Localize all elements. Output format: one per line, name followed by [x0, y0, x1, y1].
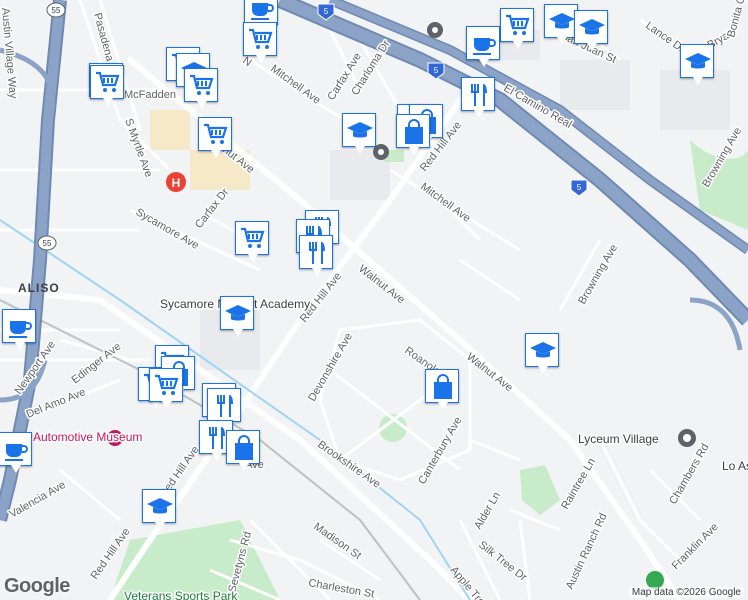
cutlery-icon	[471, 84, 487, 106]
cart-icon	[190, 74, 214, 95]
graduation-cap-icon	[685, 53, 711, 69]
svg-text:H: H	[172, 176, 181, 190]
google-logo: Google	[4, 575, 70, 597]
poi-pin[interactable]	[425, 369, 459, 410]
graduation-cap-icon	[147, 498, 173, 514]
street-label: Carfax Dr	[193, 186, 232, 231]
svg-text:5: 5	[324, 7, 329, 16]
poi-pin[interactable]	[544, 4, 578, 45]
street-label: Canterbury Ave	[416, 415, 464, 486]
poi-pin[interactable]	[466, 26, 500, 67]
hospital-icon: H	[166, 172, 186, 192]
street-label: Silk Tree Dr	[476, 539, 529, 584]
poi-pin[interactable]	[0, 432, 32, 473]
poi-pin[interactable]	[299, 235, 333, 276]
street-label: Walnut Ave	[464, 351, 515, 394]
cart-icon	[249, 28, 273, 49]
poi-pin[interactable]	[500, 8, 534, 49]
svg-text:5: 5	[577, 183, 582, 192]
poi-pin[interactable]	[90, 65, 124, 106]
place-label: McFadden	[124, 89, 176, 101]
graduation-cap-icon	[579, 19, 605, 35]
cart-icon	[155, 374, 179, 395]
bag-icon	[235, 435, 253, 460]
landmark-icon	[678, 429, 696, 447]
route-55-shield: 55	[46, 2, 66, 18]
svg-text:55: 55	[52, 6, 61, 15]
place-label: Lyceum Village	[578, 432, 659, 446]
street-label: Franklin Ave	[670, 521, 721, 572]
poi-pin[interactable]	[2, 309, 36, 350]
city-label: ALISO	[18, 281, 60, 295]
street-label: Bonita Canyon	[725, 0, 748, 39]
cutlery-icon	[217, 395, 233, 417]
poi-pin[interactable]	[184, 68, 218, 109]
cart-icon	[204, 123, 228, 144]
street-label: Austin Ranch Rd	[564, 511, 610, 591]
street-label: N	[240, 55, 254, 69]
street-label: Devonshire Ave	[306, 331, 355, 404]
map-canvas[interactable]: 5 5 5 55 55 H Walnut Ave Walnut Ave Red …	[0, 0, 748, 600]
svg-text:5: 5	[434, 66, 439, 75]
street-label: Raintree Ln	[559, 456, 598, 511]
poi-pin[interactable]	[226, 430, 260, 471]
poi-pin[interactable]	[525, 333, 559, 374]
place-label: Automotive Museum	[33, 430, 142, 444]
svg-text:55: 55	[43, 239, 52, 248]
cup-icon	[251, 3, 274, 20]
bag-icon	[434, 374, 452, 399]
street-label: Mitchell Ave	[268, 63, 322, 107]
landmark-icon	[427, 22, 443, 38]
graduation-cap-icon	[549, 13, 575, 29]
place-label: Veterans Sports Park	[124, 589, 238, 600]
place-label: Lo Asyl	[722, 459, 748, 473]
poi-pin[interactable]	[235, 221, 269, 262]
poi-pin[interactable]	[396, 114, 430, 155]
cart-icon	[96, 71, 120, 92]
route-55-shield: 55	[37, 235, 57, 251]
graduation-cap-icon	[347, 122, 373, 138]
cup-icon	[473, 38, 496, 55]
interstate-5-shield: 5	[570, 179, 588, 197]
cart-icon	[506, 14, 530, 35]
poi-pin[interactable]	[243, 22, 277, 63]
cutlery-icon	[309, 242, 325, 264]
poi-pin[interactable]	[198, 117, 232, 158]
street-label: Alder Ln	[472, 490, 503, 531]
street-label: Mitchell Ave	[418, 181, 472, 225]
poi-pin[interactable]	[574, 10, 608, 51]
poi-pin[interactable]	[149, 368, 183, 409]
poi-pin[interactable]	[142, 489, 176, 530]
poi-pin[interactable]	[220, 296, 254, 337]
poi-pin[interactable]	[207, 388, 241, 429]
graduation-cap-icon	[225, 305, 251, 321]
street-label: Browning Ave	[576, 242, 620, 306]
poi-pin[interactable]	[342, 113, 376, 154]
cup-icon	[9, 321, 32, 338]
poi-pin[interactable]	[461, 77, 495, 118]
street-label: Valencia Ave	[8, 479, 68, 521]
cup-icon	[5, 444, 28, 461]
bag-icon	[405, 119, 423, 144]
poi-pin[interactable]	[680, 44, 714, 85]
cart-icon	[241, 227, 265, 248]
street-label: Chambers Rd	[667, 442, 711, 507]
street-label: Madison St	[311, 521, 363, 562]
map-attribution[interactable]: Map data ©2026 Google	[628, 587, 744, 598]
graduation-cap-icon	[530, 342, 556, 358]
street-label: Sycamore Ave	[134, 206, 201, 252]
